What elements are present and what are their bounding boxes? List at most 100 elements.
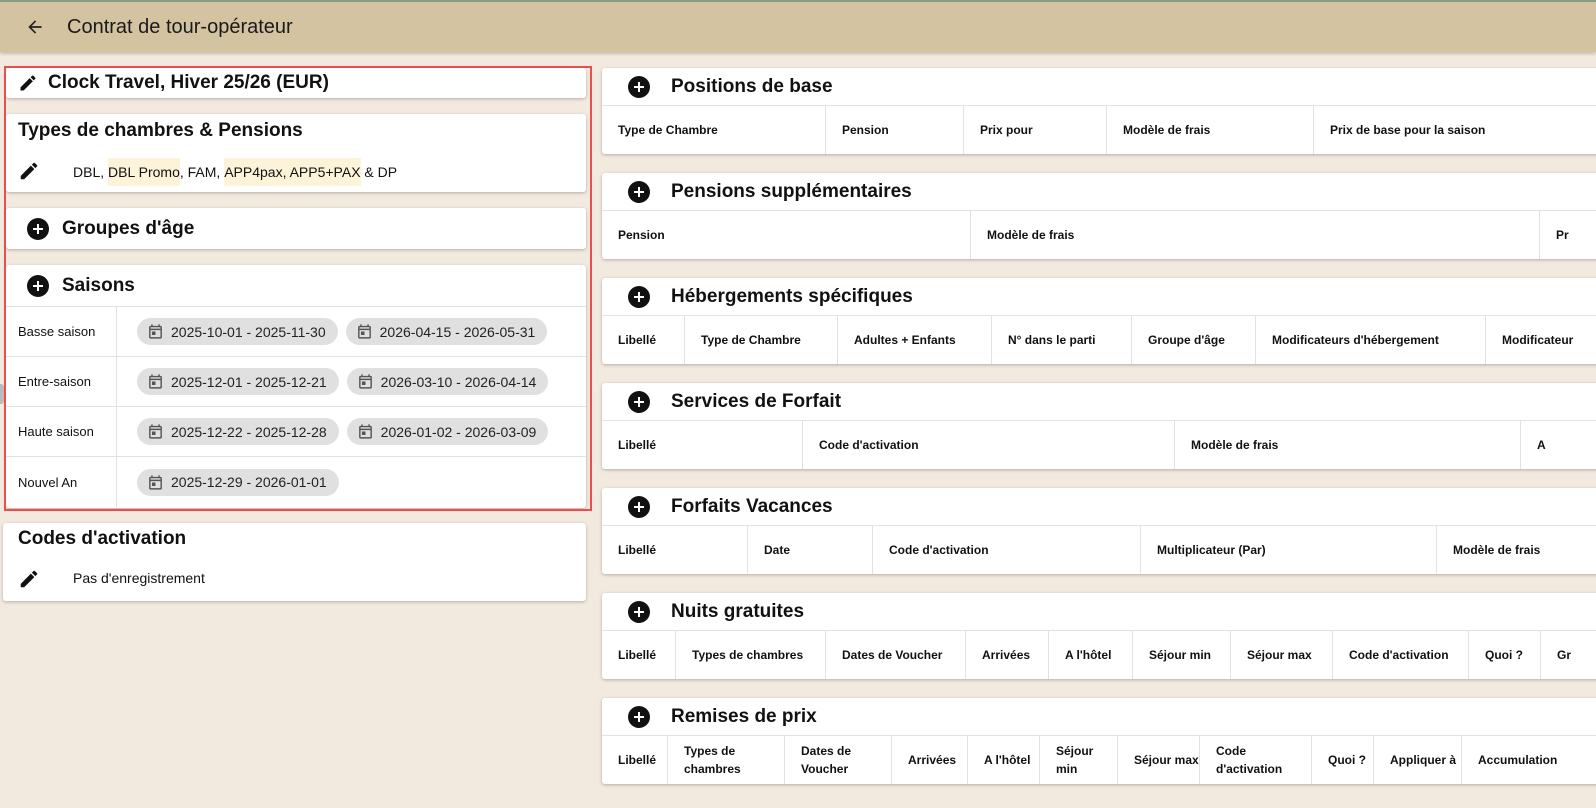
edit-pencil-icon[interactable]	[18, 73, 38, 93]
column-header[interactable]: Pr	[1540, 211, 1596, 259]
column-header[interactable]: Modèle de frais	[1437, 526, 1596, 574]
specific-accommodations-title: Hébergements spécifiques	[671, 285, 913, 307]
add-circle-icon[interactable]	[27, 274, 49, 297]
column-header[interactable]: Pension	[602, 211, 971, 259]
season-date-ranges: 2025-12-01 - 2025-12-21 2026-03-10 - 2026…	[117, 357, 549, 406]
date-range-chip[interactable]: 2025-12-29 - 2026-01-01	[137, 468, 339, 496]
column-header[interactable]: Date	[748, 526, 873, 574]
add-circle-icon[interactable]	[628, 495, 650, 518]
contract-name: Clock Travel, Hiver 25/26 (EUR)	[48, 72, 329, 93]
date-range-label: 2026-04-15 - 2026-05-31	[379, 323, 536, 340]
column-header[interactable]: Gr	[1541, 631, 1596, 679]
holiday-packages-title: Forfaits Vacances	[671, 495, 833, 517]
column-header[interactable]: Libellé	[602, 526, 748, 574]
calendar-icon	[356, 323, 373, 340]
column-header[interactable]: Pension	[826, 106, 964, 154]
column-header[interactable]: Type de Chambre	[602, 106, 826, 154]
age-groups-card: Groupes d'âge	[6, 208, 586, 249]
column-header[interactable]: Code d'activation	[803, 421, 1175, 469]
panel-resize-handle[interactable]	[0, 384, 4, 404]
date-range-chip[interactable]: 2026-03-10 - 2026-04-14	[346, 368, 549, 395]
add-circle-icon[interactable]	[628, 180, 650, 203]
column-header[interactable]: Accumulation	[1462, 736, 1596, 784]
column-header[interactable]: Code d'activation	[1200, 736, 1312, 784]
column-header[interactable]: Quoi ?	[1469, 631, 1541, 679]
add-circle-icon[interactable]	[628, 75, 650, 98]
column-header[interactable]: Type de Chambre	[685, 316, 838, 364]
add-circle-icon[interactable]	[628, 705, 650, 728]
contract-header-card: Clock Travel, Hiver 25/26 (EUR)	[6, 68, 586, 98]
back-arrow-icon[interactable]	[22, 14, 48, 40]
column-header[interactable]: Arrivées	[966, 631, 1049, 679]
column-header[interactable]: N° dans le parti	[992, 316, 1132, 364]
package-services-header: Services de Forfait	[602, 383, 1596, 421]
column-header[interactable]: Quoi ?	[1312, 736, 1374, 784]
date-range-chip[interactable]: 2026-01-02 - 2026-03-09	[346, 418, 549, 445]
add-circle-icon[interactable]	[27, 217, 49, 240]
add-circle-icon[interactable]	[628, 600, 650, 623]
column-header[interactable]: Appliquer à	[1374, 736, 1462, 784]
free-nights-header: Nuits gratuites	[602, 593, 1596, 631]
extra-pensions-card: Pensions supplémentaires Pension Modèle de…	[602, 173, 1596, 259]
column-header[interactable]: Séjour min	[1040, 736, 1118, 784]
date-range-chip[interactable]: 2025-12-01 - 2025-12-21	[137, 368, 339, 395]
date-range-chip[interactable]: 2025-10-01 - 2025-11-30	[137, 318, 338, 345]
column-header[interactable]: Prix de base pour la saison	[1314, 106, 1596, 154]
room-types-text: DBL,	[73, 164, 109, 180]
date-range-label: 2026-01-02 - 2026-03-09	[380, 423, 537, 440]
add-circle-icon[interactable]	[628, 390, 650, 413]
column-header[interactable]: Libellé	[602, 631, 676, 679]
column-header[interactable]: Adultes + Enfants	[838, 316, 992, 364]
holiday-packages-card: Forfaits Vacances Libellé Date Code d'activ…	[602, 488, 1596, 574]
column-header[interactable]: Dates de Voucher	[785, 736, 892, 784]
calendar-icon	[147, 423, 164, 440]
season-date-ranges: 2025-12-22 - 2025-12-28 2026-01-02 - 2026…	[117, 407, 549, 456]
column-header[interactable]: Libellé	[602, 421, 803, 469]
column-header[interactable]: Modèle de frais	[1107, 106, 1314, 154]
column-header[interactable]: Multiplicateur (Par)	[1141, 526, 1437, 574]
activation-codes-title: Codes d'activation	[18, 528, 187, 549]
column-header-row: Libellé Types de chambres Dates de Voucher…	[602, 736, 1596, 784]
column-header[interactable]: Modificateurs d'hébergement	[1256, 316, 1486, 364]
column-header[interactable]: Code d'activation	[1333, 631, 1469, 679]
column-header[interactable]: Libellé	[602, 316, 685, 364]
season-name: Entre-saison	[6, 357, 117, 406]
room-types-highlight: APP4pax, APP5+PAX	[224, 158, 361, 186]
column-header[interactable]: Modèle de frais	[971, 211, 1540, 259]
column-header[interactable]: Groupe d'âge	[1132, 316, 1256, 364]
extra-pensions-header: Pensions supplémentaires	[602, 173, 1596, 211]
activation-codes-value: Pas d'enregistrement	[73, 570, 205, 586]
column-header[interactable]: Arrivées	[892, 736, 968, 784]
column-header[interactable]: Prix pour	[964, 106, 1107, 154]
column-header[interactable]: Types de chambres	[676, 631, 826, 679]
column-header[interactable]: Code d'activation	[873, 526, 1141, 574]
column-header-row: Pension Modèle de frais Pr	[602, 211, 1596, 259]
column-header[interactable]: Types de chambres	[668, 736, 785, 784]
season-row: Entre-saison 2025-12-01 - 2025-12-21 2026-…	[6, 357, 586, 407]
column-header[interactable]: Séjour min	[1133, 631, 1231, 679]
add-circle-icon[interactable]	[628, 285, 650, 308]
column-header[interactable]: A l'hôtel	[1049, 631, 1133, 679]
date-range-chip[interactable]: 2026-04-15 - 2026-05-31	[345, 318, 548, 345]
column-header[interactable]: Modèle de frais	[1175, 421, 1521, 469]
calendar-icon	[147, 373, 164, 390]
season-date-ranges: 2025-10-01 - 2025-11-30 2026-04-15 - 2026…	[117, 307, 548, 356]
calendar-icon	[357, 373, 374, 390]
edit-pencil-icon[interactable]	[18, 568, 40, 590]
column-header[interactable]: Modificateur	[1486, 316, 1596, 364]
column-header[interactable]: Libellé	[602, 736, 668, 784]
column-header[interactable]: Séjour max	[1231, 631, 1333, 679]
base-positions-header: Positions de base	[602, 68, 1596, 106]
edit-pencil-icon[interactable]	[18, 160, 40, 182]
column-header[interactable]: Dates de Voucher	[826, 631, 966, 679]
column-header-row: Type de Chambre Pension Prix pour Modèle de…	[602, 106, 1596, 154]
column-header[interactable]: Séjour max	[1118, 736, 1200, 784]
date-range-label: 2025-10-01 - 2025-11-30	[171, 323, 326, 340]
price-discounts-card: Remises de prix Libellé Types de chambres D…	[602, 698, 1596, 784]
date-range-chip[interactable]: 2025-12-22 - 2025-12-28	[137, 418, 339, 445]
seasons-title: Saisons	[62, 274, 135, 296]
date-range-label: 2026-03-10 - 2026-04-14	[380, 373, 537, 390]
column-header-row: Libellé Date Code d'activation Multiplicate…	[602, 526, 1596, 574]
column-header[interactable]: A l'hôtel	[968, 736, 1040, 784]
column-header[interactable]: A	[1521, 421, 1596, 469]
